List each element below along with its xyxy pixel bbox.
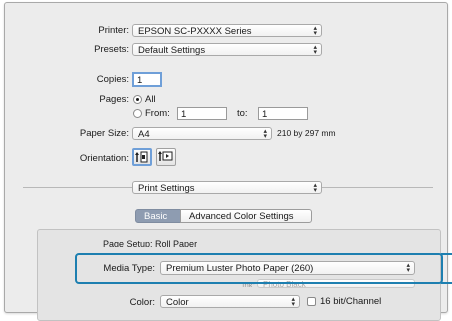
callout-line-top bbox=[441, 253, 452, 255]
bit-channel-label: 16 bit/Channel bbox=[320, 296, 382, 307]
printer-popup[interactable]: EPSON SC-PXXXX Series ▴ ▾ bbox=[132, 24, 322, 37]
orientation-label: Orientation: bbox=[79, 153, 129, 164]
landscape-icon bbox=[158, 151, 173, 161]
popup-arrows-icon: ▴ ▾ bbox=[291, 296, 295, 308]
popup-arrows-icon: ▴ ▾ bbox=[313, 25, 317, 37]
pages-to-label: to: bbox=[237, 108, 248, 119]
copies-label: Copies: bbox=[96, 74, 129, 85]
popup-arrows-icon: ▴ ▾ bbox=[313, 182, 317, 194]
pages-label: Pages: bbox=[99, 94, 129, 105]
bit-channel-checkbox[interactable] bbox=[307, 297, 316, 306]
pages-from-field[interactable]: 1 bbox=[177, 107, 227, 120]
section-popup[interactable]: Print Settings ▴ ▾ bbox=[132, 181, 322, 194]
printer-value: EPSON SC-PXXXX Series bbox=[138, 26, 252, 37]
copies-field[interactable]: 1 bbox=[132, 72, 162, 87]
color-label: Color: bbox=[129, 297, 155, 308]
popup-arrows-icon: ▴ ▾ bbox=[313, 44, 317, 56]
popup-arrows-icon: ▴ ▾ bbox=[263, 128, 267, 140]
color-popup[interactable]: Color ▴ ▾ bbox=[160, 295, 300, 308]
pages-to-field[interactable]: 1 bbox=[258, 107, 308, 120]
portrait-icon bbox=[135, 151, 148, 163]
pages-all-label: All bbox=[145, 94, 156, 105]
landscape-button[interactable] bbox=[156, 148, 176, 166]
presets-value: Default Settings bbox=[138, 45, 206, 56]
presets-popup[interactable]: Default Settings ▴ ▾ bbox=[132, 43, 322, 56]
paper-size-label: Paper Size: bbox=[79, 128, 129, 139]
section-popup-value: Print Settings bbox=[138, 183, 195, 194]
color-value: Color bbox=[166, 297, 189, 308]
page-setup-text: Page Setup: Roll Paper bbox=[103, 239, 198, 247]
tab-advanced-color-settings[interactable]: Advanced Color Settings bbox=[180, 209, 312, 223]
pages-from-label: From: bbox=[145, 108, 170, 119]
pages-all-radio[interactable] bbox=[133, 95, 142, 104]
portrait-button[interactable] bbox=[132, 148, 152, 166]
media-type-highlight bbox=[75, 253, 443, 284]
presets-label: Presets: bbox=[94, 44, 129, 55]
callout-line-bottom bbox=[441, 282, 452, 284]
paper-dimensions: 210 by 297 mm bbox=[277, 128, 336, 138]
printer-label: Printer: bbox=[98, 25, 129, 36]
pages-from-radio[interactable] bbox=[133, 109, 142, 118]
paper-size-value: A4 bbox=[138, 129, 150, 140]
tab-basic[interactable]: Basic bbox=[135, 209, 181, 223]
paper-size-popup[interactable]: A4 ▴ ▾ bbox=[132, 127, 272, 140]
